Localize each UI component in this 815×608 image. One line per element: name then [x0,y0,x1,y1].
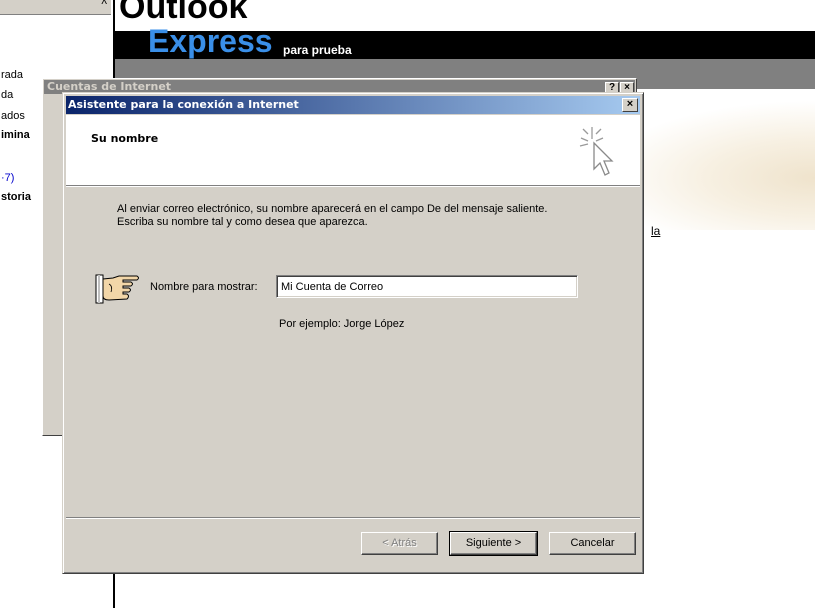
folder-item[interactable]: storia [1,191,31,203]
folder-item[interactable]: imina [1,129,30,141]
close-button[interactable]: × [622,98,638,112]
express-banner: Express para prueba [115,23,815,59]
example-text: Por ejemplo: Jorge López [279,318,405,330]
logo-subtitle: para prueba [283,43,352,57]
cancel-button[interactable]: Cancelar [549,532,636,555]
connection-wizard-dialog: Asistente para la conexión a Internet × … [62,92,644,574]
wizard-header: Su nombre [66,115,640,187]
folder-item[interactable]: ados [1,110,25,122]
instructions-text: Al enviar correo electrónico, su nombre … [117,203,548,228]
background-link[interactable]: la [651,224,660,238]
display-name-field[interactable] [276,275,578,298]
next-button[interactable]: Siguiente > [449,531,538,556]
folder-item[interactable]: rada [1,69,23,81]
express-logo-text: Express [148,23,273,59]
wizard-cursor-icon [578,123,622,182]
display-name-label: Nombre para mostrar: [150,281,258,293]
scroll-up-icon[interactable]: ^ [101,0,107,11]
pointing-hand-icon [95,272,141,309]
footer-separator-highlight [66,518,640,519]
back-button[interactable]: < Atrás [361,532,438,555]
wizard-title: Asistente para la conexión a Internet [68,98,299,111]
folder-item[interactable]: da [1,89,13,101]
wizard-titlebar[interactable]: Asistente para la conexión a Internet × [66,96,640,114]
folder-pane-header: ^ [0,0,111,15]
page-title: Su nombre [91,132,159,145]
folder-item[interactable]: ·7) [1,172,14,184]
header-separator [66,186,640,187]
